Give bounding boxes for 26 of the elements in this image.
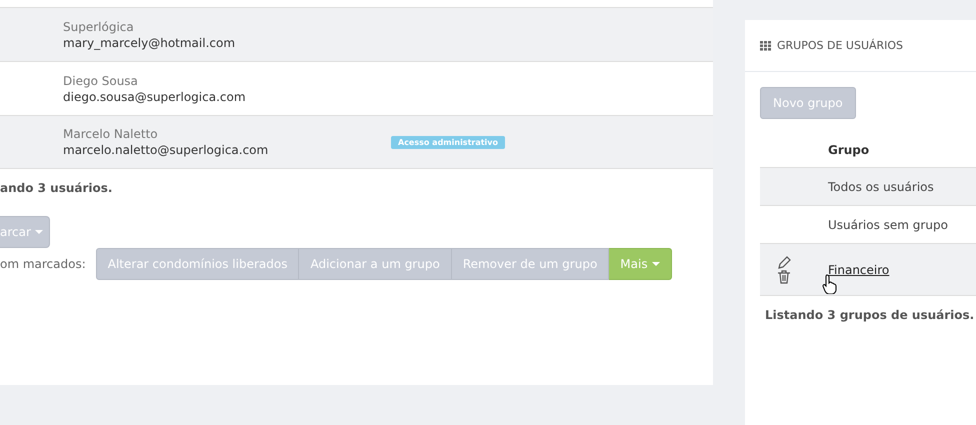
user-email: marcelo.naletto@superlogica.com (63, 143, 270, 157)
user-name: Diego Sousa (63, 74, 139, 88)
more-dropdown-button[interactable]: Mais (609, 248, 672, 280)
access-badge: Acesso administrativo (391, 136, 506, 148)
group-name[interactable]: Usuários sem grupo (828, 218, 948, 232)
caret-icon (652, 262, 660, 266)
column-header: Grupo (828, 143, 870, 157)
user-name: Superlógica (63, 20, 135, 34)
new-group-button[interactable]: Novo grupo (760, 87, 856, 119)
trash-icon[interactable] (777, 270, 791, 284)
caret-icon (34, 230, 43, 234)
group-name[interactable]: Todos os usuários (828, 180, 934, 194)
group-link[interactable]: Financeiro (828, 262, 890, 276)
bulk-action-button[interactable]: Adicionar a um grupo (299, 248, 452, 280)
user-email: diego.sousa@superlogica.com (63, 90, 247, 104)
bulk-action-button[interactable]: Remover de um grupo (452, 248, 610, 280)
panel-title: GRUPOS DE USUÁRIOS (777, 39, 904, 52)
groups-count-text: Listando 3 grupos de usuários. (765, 308, 976, 322)
bulk-actions-label: om marcados: (0, 256, 86, 272)
bulk-action-button[interactable]: Alterar condomínios liberados (96, 248, 300, 280)
user-name: Marcelo Naletto (63, 127, 159, 141)
mark-dropdown-button[interactable]: arcar (0, 216, 50, 248)
grid-icon (760, 40, 771, 50)
users-count-text: ando 3 usuários. (0, 181, 114, 195)
pencil-icon[interactable] (777, 256, 791, 270)
user-email: mary_marcely@hotmail.com (63, 36, 236, 50)
